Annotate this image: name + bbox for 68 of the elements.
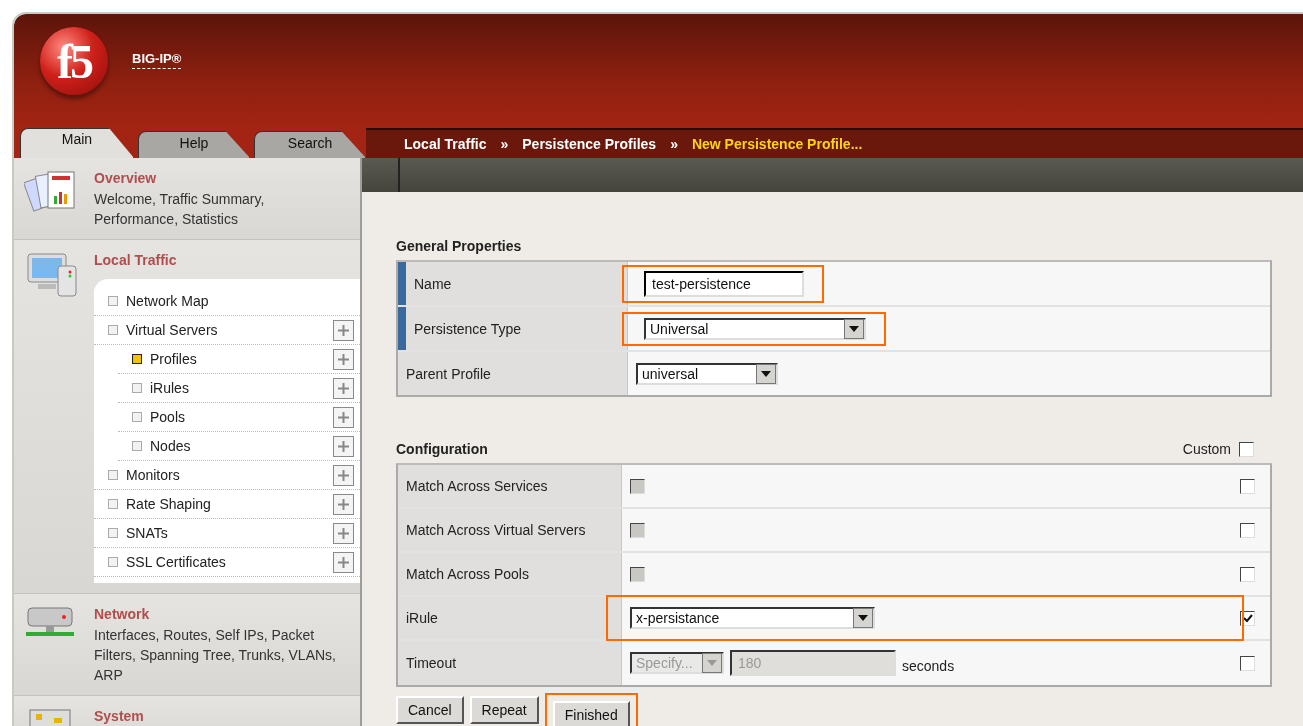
- plus-icon: [338, 353, 349, 365]
- plus-icon: [338, 498, 349, 510]
- nav-link[interactable]: iRules: [150, 380, 333, 396]
- nav-link[interactable]: Profiles: [150, 351, 333, 367]
- nav-link[interactable]: Monitors: [126, 467, 333, 483]
- field-label: Parent Profile: [406, 365, 491, 382]
- tab[interactable]: Main: [20, 128, 134, 158]
- breadcrumb-item[interactable]: Persistence Profiles: [522, 136, 657, 152]
- nav-link[interactable]: Network Map: [126, 293, 354, 309]
- caret-icon: [849, 325, 859, 332]
- select-field[interactable]: x-persistance: [630, 607, 875, 629]
- unit-label: seconds: [902, 658, 955, 674]
- nav-link[interactable]: SNATs: [126, 525, 333, 541]
- nav-link[interactable]: Pools: [150, 409, 333, 425]
- plus-icon: [338, 440, 349, 452]
- caret-icon: [761, 370, 771, 377]
- select-field[interactable]: Universal: [644, 317, 866, 340]
- add-button[interactable]: [333, 319, 354, 341]
- add-button[interactable]: [333, 435, 354, 457]
- breadcrumb-item[interactable]: Local Traffic: [404, 136, 487, 152]
- product-name: BIG-IP®: [132, 51, 182, 69]
- section-heading: Configuration: [396, 441, 488, 457]
- section-title[interactable]: Local Traffic: [94, 252, 360, 268]
- field-label: Match Across Virtual Servers: [406, 522, 586, 538]
- field-label: Match Across Pools: [406, 566, 529, 582]
- nav-link[interactable]: SSL Certificates: [126, 554, 333, 570]
- section-description: Welcome, Traffic Summary, Performance, Statistics: [94, 190, 266, 229]
- form-button[interactable]: Repeat: [469, 696, 539, 724]
- caret-icon: [858, 615, 868, 621]
- plus-icon: [338, 556, 349, 568]
- form-button[interactable]: Cancel: [396, 696, 464, 724]
- section-heading: General Properties: [396, 238, 523, 254]
- form-button[interactable]: Finished: [552, 701, 630, 726]
- logo: f5: [40, 27, 108, 95]
- tab[interactable]: Help: [138, 131, 250, 158]
- breadcrumb-separator: »: [670, 136, 678, 152]
- section-title[interactable]: System: [94, 708, 360, 724]
- section-title[interactable]: Overview: [94, 170, 360, 186]
- plus-icon: [338, 527, 349, 539]
- add-button[interactable]: [333, 377, 354, 399]
- plus-icon: [338, 469, 349, 481]
- breadcrumb-item: New Persistence Profile...: [691, 136, 863, 152]
- add-button[interactable]: [333, 493, 354, 515]
- field-label: Persistence Type: [414, 320, 522, 337]
- add-button[interactable]: [333, 348, 354, 370]
- nav-link[interactable]: Nodes: [150, 438, 333, 454]
- field-label: Match Across Services: [406, 478, 548, 494]
- field-label: Timeout: [406, 655, 457, 671]
- field-label: Name: [414, 275, 452, 292]
- add-button[interactable]: [333, 522, 354, 544]
- name-field[interactable]: test-persistence: [644, 270, 804, 297]
- plus-icon: [338, 324, 349, 336]
- custom-label: Custom: [1182, 441, 1231, 457]
- add-button[interactable]: [333, 464, 354, 486]
- plus-icon: [338, 382, 349, 394]
- caret-icon: [707, 660, 717, 666]
- checkbox[interactable]: [1239, 441, 1254, 457]
- field-label: iRule: [406, 610, 438, 626]
- tab[interactable]: Search: [254, 131, 366, 158]
- nav-link[interactable]: Virtual Servers: [126, 322, 333, 338]
- add-button[interactable]: [333, 551, 354, 573]
- add-button[interactable]: [333, 406, 354, 428]
- plus-icon: [338, 411, 349, 423]
- select-field[interactable]: universal: [636, 362, 778, 385]
- section-title[interactable]: Network: [94, 606, 360, 622]
- section-description: Interfaces, Routes, Self IPs, Packet Filters, Spanning Tree, Trunks, VLANs, ARP: [94, 626, 337, 685]
- breadcrumb-separator: »: [500, 136, 509, 152]
- nav-link[interactable]: Rate Shaping: [126, 496, 333, 512]
